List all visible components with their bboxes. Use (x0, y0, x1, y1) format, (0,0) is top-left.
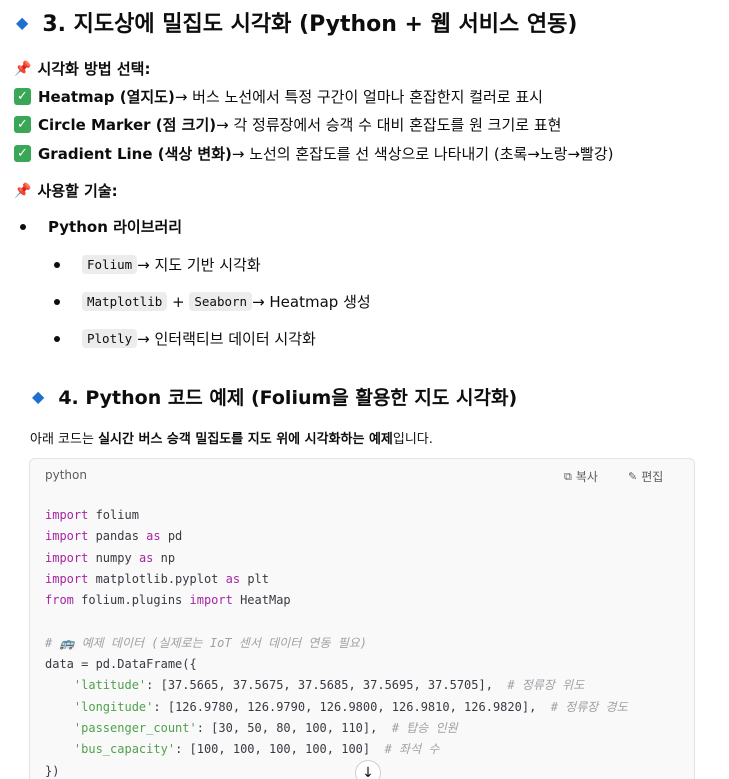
tech-item-folium: Folium → 지도 기반 시각화 (54, 254, 261, 275)
code-line: import numpy as np (45, 550, 176, 565)
bullet-dot (54, 298, 60, 305)
bullet-dot (54, 261, 60, 268)
copy-button[interactable]: ⧉ 복사 (564, 468, 598, 485)
code-line: 'bus_capacity': [100, 100, 100, 100, 100… (73, 742, 440, 757)
code-line: # 🚌 예제 데이터 (실제로는 IoT 센서 데이터 연동 필요) (45, 635, 368, 650)
check-mark-icon: ✓ (14, 145, 31, 162)
tech-heading: 📌 사용할 기술: (14, 182, 118, 200)
scroll-down-button[interactable]: ↓ (355, 760, 381, 779)
code-content: import folium import pandas as pd import… (45, 505, 628, 779)
code-block-header: python ⧉ 복사 ✎ 편집 (30, 459, 694, 491)
section-4-intro: 아래 코드는 실시간 버스 승객 밀집도를 지도 위에 시각화하는 예제입니다. (30, 432, 433, 447)
check-mark-icon: ✓ (14, 116, 31, 133)
bullet-dot (20, 223, 26, 230)
diamond-bullet-icon: ◆ (16, 12, 29, 32)
section-3-heading: ◆ 3. 지도상에 밀집도 시각화 (Python + 웹 서비스 연동) (16, 6, 577, 38)
code-line: 'passenger_count': [30, 50, 80, 100, 110… (73, 720, 458, 735)
method-item-gradient-line: ✓ Gradient Line (색상 변화) → 노선의 혼잡도를 선 색상으… (14, 143, 614, 164)
code-line: import pandas as pd (45, 529, 183, 544)
code-block: python ⧉ 복사 ✎ 편집 import folium import pa… (29, 458, 695, 779)
methods-heading: 📌 시각화 방법 선택: (14, 60, 151, 78)
method-item-heatmap: ✓ Heatmap (열지도) → 버스 노선에서 특정 구간이 얼마나 혼잡한… (14, 86, 543, 107)
arrow-down-icon: ↓ (362, 765, 374, 779)
copy-icon: ⧉ (564, 469, 572, 483)
pushpin-icon: 📌 (14, 60, 32, 77)
pencil-icon: ✎ (628, 470, 638, 483)
tech-group-python: Python 라이브러리 (20, 216, 182, 237)
method-item-circle-marker: ✓ Circle Marker (점 크기) → 각 정류장에서 승객 수 대비… (14, 114, 561, 135)
tech-item-plotly: Plotly → 인터랙티브 데이터 시각화 (54, 328, 316, 349)
section-4-title: 4. Python 코드 예제 (Folium을 활용한 지도 시각화) (58, 387, 518, 409)
bullet-dot (54, 335, 60, 342)
pushpin-icon: 📌 (14, 182, 32, 199)
code-line: 'longitude': [126.9780, 126.9790, 126.98… (73, 699, 628, 714)
section-3-title: 3. 지도상에 밀집도 시각화 (Python + 웹 서비스 연동) (42, 12, 578, 37)
code-line: data = pd.DataFrame({ (45, 657, 197, 672)
code-line: }) (45, 763, 60, 778)
code-line: import matplotlib.pyplot as plt (45, 571, 269, 586)
code-line: from folium.plugins import HeatMap (45, 593, 291, 608)
section-4-heading: ◆ 4. Python 코드 예제 (Folium을 활용한 지도 시각화) (32, 383, 517, 410)
diamond-bullet-icon: ◆ (32, 387, 45, 406)
code-line: import folium (45, 508, 139, 522)
code-language-label: python (45, 468, 87, 482)
code-line: 'latitude': [37.5665, 37.5675, 37.5685, … (73, 678, 585, 693)
check-mark-icon: ✓ (14, 88, 31, 105)
tech-item-matplotlib-seaborn: Matplotlib + Seaborn → Heatmap 생성 (54, 291, 371, 312)
edit-button[interactable]: ✎ 편집 (628, 468, 663, 485)
